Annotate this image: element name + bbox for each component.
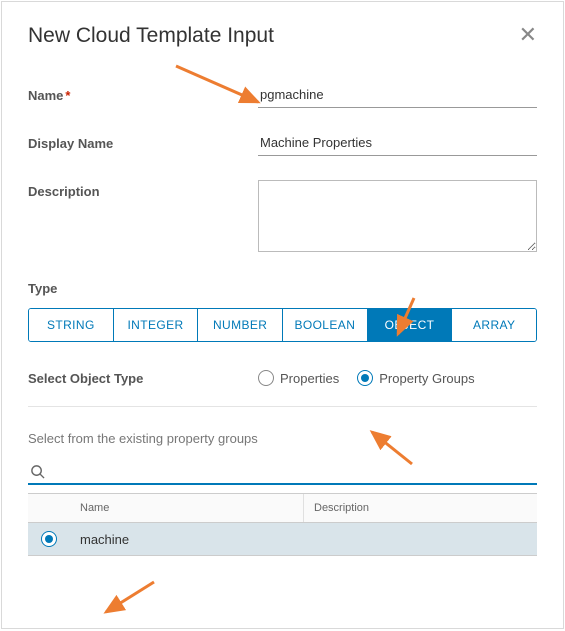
col-select: [28, 494, 70, 522]
type-number-button[interactable]: NUMBER: [198, 309, 283, 341]
name-label-text: Name: [28, 88, 63, 103]
display-name-field-wrap: [258, 132, 537, 156]
row-display-name: Display Name: [28, 132, 537, 156]
name-label: Name*: [28, 84, 258, 103]
row-name-cell: machine: [70, 532, 304, 547]
radio-properties-label: Properties: [280, 371, 339, 386]
row-description: Description: [28, 180, 537, 257]
type-boolean-button[interactable]: BOOLEAN: [283, 309, 368, 341]
col-description: Description: [304, 494, 537, 522]
select-object-type-label: Select Object Type: [28, 371, 258, 386]
type-array-button[interactable]: ARRAY: [452, 309, 536, 341]
property-groups-table: Name Description machine: [28, 493, 537, 556]
description-field-wrap: [258, 180, 537, 257]
name-field-wrap: [258, 84, 537, 108]
radio-properties-icon: [258, 370, 274, 386]
dialog: New Cloud Template Input ✕ Name* Display…: [1, 1, 564, 629]
radio-property-groups-label: Property Groups: [379, 371, 474, 386]
type-label: Type: [28, 281, 537, 296]
display-name-input[interactable]: [258, 132, 537, 156]
row-select-object-type: Select Object Type Properties Property G…: [28, 370, 537, 386]
divider: [28, 406, 537, 407]
table-row[interactable]: machine: [28, 523, 537, 556]
type-object-button[interactable]: OBJECT: [368, 309, 453, 341]
type-string-button[interactable]: STRING: [29, 309, 114, 341]
type-integer-button[interactable]: INTEGER: [114, 309, 199, 341]
type-button-group: STRING INTEGER NUMBER BOOLEAN OBJECT ARR…: [28, 308, 537, 342]
table-header: Name Description: [28, 494, 537, 523]
search-row: [28, 464, 537, 485]
close-icon[interactable]: ✕: [519, 24, 537, 46]
row-radio-icon[interactable]: [41, 531, 57, 547]
annotation-arrow-icon: [98, 576, 168, 620]
description-label: Description: [28, 180, 258, 199]
dialog-header: New Cloud Template Input ✕: [28, 24, 537, 48]
row-select-cell: [28, 531, 70, 547]
description-textarea[interactable]: [258, 180, 537, 252]
col-name: Name: [70, 494, 304, 522]
radio-properties[interactable]: Properties: [258, 370, 339, 386]
property-groups-section-title: Select from the existing property groups: [28, 431, 537, 446]
name-input[interactable]: [258, 84, 537, 108]
radio-property-groups[interactable]: Property Groups: [357, 370, 474, 386]
search-icon: [30, 464, 45, 479]
required-asterisk: *: [65, 88, 70, 103]
dialog-title: New Cloud Template Input: [28, 24, 274, 48]
display-name-label: Display Name: [28, 132, 258, 151]
radio-property-groups-icon: [357, 370, 373, 386]
search-input[interactable]: [51, 464, 537, 479]
row-name: Name*: [28, 84, 537, 108]
object-type-options: Properties Property Groups: [258, 370, 537, 386]
